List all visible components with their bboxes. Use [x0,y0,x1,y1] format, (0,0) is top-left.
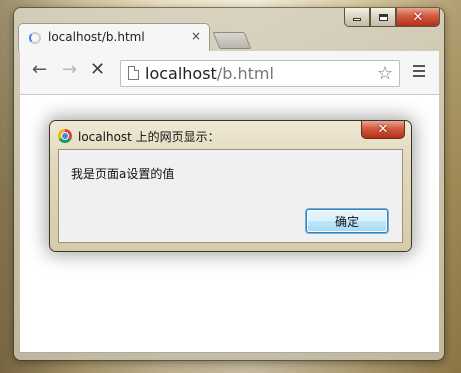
browser-toolbar: ← → ✕ localhost/b.html ☆ [20,51,439,95]
window-controls: ✕ [344,8,440,27]
window-close-button[interactable]: ✕ [396,8,440,27]
dialog-body: 我是页面a设置的值 确定 [58,149,403,243]
tab-title: localhost/b.html [48,30,145,44]
back-arrow-icon[interactable]: ← [32,61,47,79]
maximize-icon [378,13,388,21]
forward-arrow-icon[interactable]: → [62,61,77,79]
url-path: /b.html [216,64,274,83]
close-icon: ✕ [377,122,389,137]
ok-button[interactable]: 确定 [306,209,388,233]
loading-spinner-icon [29,32,41,44]
alert-dialog: localhost 上的网页显示： ✕ 我是页面a设置的值 确定 [50,121,411,251]
url-host: localhost [145,64,217,83]
page-icon [128,66,139,80]
minimize-button[interactable] [344,8,370,27]
hamburger-menu-icon[interactable] [413,65,425,80]
close-icon: ✕ [412,9,424,25]
dialog-close-button[interactable]: ✕ [361,121,405,139]
stop-icon[interactable]: ✕ [90,61,105,79]
maximize-button[interactable] [370,8,396,27]
browser-tab[interactable]: localhost/b.html × [18,23,210,51]
url-text[interactable]: localhost/b.html [145,64,274,83]
star-icon[interactable]: ☆ [377,63,393,84]
dialog-message: 我是页面a设置的值 [71,167,175,181]
chrome-icon [58,129,72,143]
tab-close-icon[interactable]: × [191,29,201,43]
dialog-title: localhost 上的网页显示： [78,130,220,144]
minimize-icon [353,18,361,21]
address-bar[interactable]: localhost/b.html ☆ [120,60,400,87]
new-tab-button[interactable] [212,32,252,49]
